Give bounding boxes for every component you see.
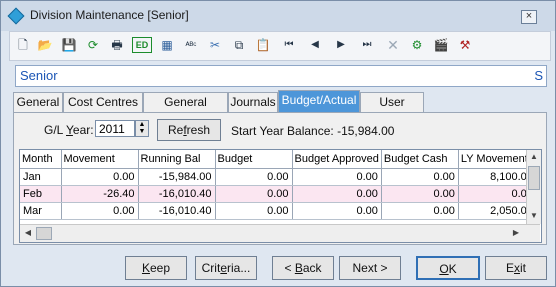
horizontal-scrollbar[interactable]: ◀ ▶: [20, 224, 540, 242]
column-header-budget-cash[interactable]: Budget Cash: [381, 150, 459, 169]
new-document-icon[interactable]: 🗋: [14, 36, 32, 54]
cell-ly-movement[interactable]: 2,050.0: [458, 202, 531, 220]
gl-year-input[interactable]: 2011: [95, 120, 135, 137]
column-header-movement[interactable]: Movement: [61, 150, 139, 169]
delete-icon[interactable]: ✕: [384, 36, 402, 54]
budget-grid: Month Movement Running Bal Budget Budget…: [19, 149, 542, 243]
cell-ly-movement[interactable]: 8,100.0: [458, 168, 531, 186]
cell-running-bal[interactable]: -15,984.00: [138, 168, 216, 186]
cell-budget-cash[interactable]: 0.00: [381, 185, 459, 203]
paste-icon[interactable]: 📋: [254, 36, 272, 54]
cell-running-bal[interactable]: -16,010.40: [138, 202, 216, 220]
tab-general-ledger[interactable]: General Ledger: [143, 92, 228, 128]
cell-movement[interactable]: 0.00: [61, 168, 139, 186]
next-button[interactable]: Next >: [339, 256, 401, 280]
filter-icon[interactable]: ⚙: [408, 36, 426, 54]
table-row[interactable]: Jan 0.00 -15,984.00 0.00 0.00 0.00 8,100…: [20, 168, 531, 186]
cut-icon[interactable]: ✂: [206, 36, 224, 54]
table-row[interactable]: Feb -26.40 -16,010.40 0.00 0.00 0.00 0.0: [20, 185, 531, 203]
edit-icon[interactable]: ED: [132, 37, 152, 53]
cell-running-bal[interactable]: -16,010.40: [138, 185, 216, 203]
criteria-button[interactable]: Criteria...: [195, 256, 257, 280]
tab-budget-actual[interactable]: Budget/Actual: [278, 90, 360, 112]
budget-table: Month Movement Running Bal Budget Budget…: [20, 150, 531, 220]
tab-user-forms[interactable]: User Forms: [360, 92, 424, 128]
column-header-running-bal[interactable]: Running Bal: [138, 150, 216, 169]
tab-general[interactable]: General: [13, 92, 63, 112]
save-icon[interactable]: 💾: [60, 36, 78, 54]
vertical-scroll-thumb[interactable]: [528, 166, 540, 190]
vertical-scrollbar[interactable]: ▲ ▼: [526, 150, 541, 224]
column-header-budget-approved[interactable]: Budget Approved: [292, 150, 382, 169]
start-year-balance: Start Year Balance: -15,984.00: [231, 124, 395, 138]
cell-budget[interactable]: 0.00: [215, 168, 293, 186]
ok-button[interactable]: OK: [416, 256, 480, 280]
table-row[interactable]: Mar 0.00 -16,010.40 0.00 0.00 0.00 2,050…: [20, 202, 531, 220]
cell-budget-cash[interactable]: 0.00: [381, 202, 459, 220]
column-header-month[interactable]: Month: [20, 150, 62, 169]
button-bar: Keep Criteria... < Back Next > OK Exit: [1, 249, 555, 286]
division-maintenance-window: Division Maintenance [Senior] × 🗋 📂 💾 ⟳ …: [0, 0, 556, 287]
tools-icon[interactable]: ⚒: [456, 36, 474, 54]
next-record-icon[interactable]: ▶: [332, 36, 350, 54]
year-spinner[interactable]: ▲ ▼: [135, 120, 149, 137]
first-record-icon[interactable]: ⏮: [280, 36, 298, 54]
refresh-icon[interactable]: ⟳: [84, 36, 102, 54]
open-folder-icon[interactable]: 📂: [36, 36, 54, 54]
cell-month[interactable]: Jan: [20, 168, 62, 186]
window-title: Division Maintenance [Senior]: [30, 8, 189, 22]
cell-budget-approved[interactable]: 0.00: [292, 185, 382, 203]
spin-up-icon[interactable]: ▲: [136, 121, 148, 128]
scroll-up-icon[interactable]: ▲: [528, 151, 540, 163]
cell-movement[interactable]: -26.40: [61, 185, 139, 203]
close-button[interactable]: ×: [521, 10, 537, 24]
cell-budget-approved[interactable]: 0.00: [292, 202, 382, 220]
column-header-budget[interactable]: Budget: [215, 150, 293, 169]
record-header: Senior S: [15, 65, 547, 87]
scroll-left-icon[interactable]: ◀: [22, 227, 34, 239]
record-code: S: [534, 68, 543, 83]
title-bar: Division Maintenance [Senior] ×: [1, 1, 555, 31]
exit-button[interactable]: Exit: [485, 256, 547, 280]
cell-movement[interactable]: 0.00: [61, 202, 139, 220]
cell-budget-cash[interactable]: 0.00: [381, 168, 459, 186]
column-header-ly-movement[interactable]: LY Movement: [458, 150, 531, 169]
cell-month[interactable]: Feb: [20, 185, 62, 203]
last-record-icon[interactable]: ⏭: [358, 36, 376, 54]
copy-icon[interactable]: ⧉: [230, 36, 248, 54]
horizontal-scroll-thumb[interactable]: [36, 227, 52, 240]
print-icon[interactable]: 🖶: [108, 36, 126, 54]
gl-year-label: G/L Year:: [44, 123, 94, 137]
cell-month[interactable]: Mar: [20, 202, 62, 220]
cell-budget-approved[interactable]: 0.00: [292, 168, 382, 186]
calculator-icon[interactable]: ▦: [158, 36, 176, 54]
app-diamond-icon: [7, 7, 25, 25]
tab-journals[interactable]: Journals: [228, 92, 278, 112]
refresh-button[interactable]: Refresh: [157, 119, 221, 141]
toolbar: 🗋 📂 💾 ⟳ 🖶 ED ▦ ᴬᴮᶜ ✂ ⧉ 📋 ⏮ ◀ ▶ ⏭ ✕ ⚙ 🎬 ⚒: [9, 31, 551, 61]
scroll-right-icon[interactable]: ▶: [510, 227, 522, 239]
spin-down-icon[interactable]: ▼: [136, 128, 148, 135]
previous-record-icon[interactable]: ◀: [306, 36, 324, 54]
budget-actual-panel: G/L Year: 2011 ▲ ▼ Refresh Start Year Ba…: [13, 112, 547, 245]
record-name: Senior: [20, 68, 58, 83]
clapper-icon[interactable]: 🎬: [432, 36, 450, 54]
cell-ly-movement[interactable]: 0.0: [458, 185, 531, 203]
tab-cost-centres[interactable]: Cost Centres: [63, 92, 143, 112]
spell-check-icon[interactable]: ᴬᴮᶜ: [182, 36, 200, 54]
table-header-row: Month Movement Running Bal Budget Budget…: [20, 150, 531, 169]
keep-button[interactable]: Keep: [125, 256, 187, 280]
cell-budget[interactable]: 0.00: [215, 202, 293, 220]
back-button[interactable]: < Back: [272, 256, 334, 280]
scroll-down-icon[interactable]: ▼: [528, 210, 540, 222]
cell-budget[interactable]: 0.00: [215, 185, 293, 203]
